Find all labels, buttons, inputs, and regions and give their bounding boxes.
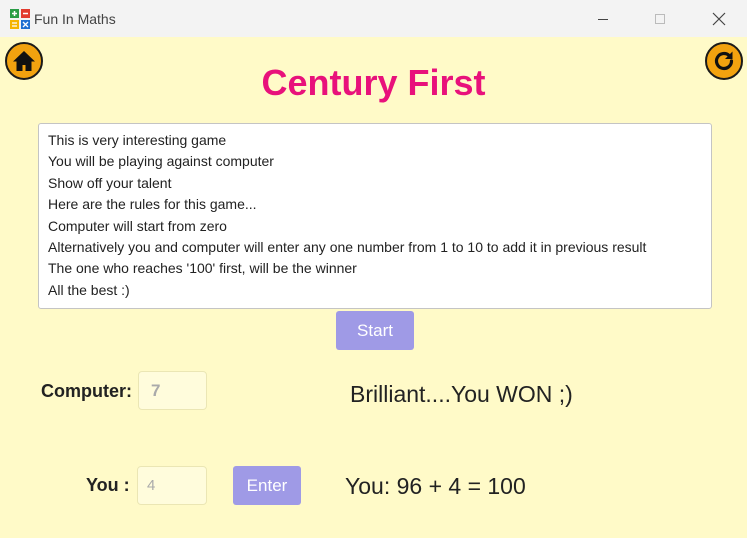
computer-number-field[interactable] [138, 371, 207, 410]
app-logo-icon [10, 9, 30, 29]
rules-line: You will be playing against computer [48, 153, 274, 170]
window-title: Fun In Maths [34, 11, 116, 27]
close-icon [712, 12, 726, 25]
maximize-icon [655, 13, 665, 24]
you-number-field[interactable] [137, 466, 207, 505]
status-message: Brilliant....You WON ;) [350, 381, 573, 407]
minimize-button[interactable] [580, 0, 626, 37]
start-button[interactable]: Start [336, 311, 414, 350]
rules-line: This is very interesting game [48, 132, 227, 148]
close-button[interactable] [696, 0, 742, 37]
rules-line: The one who reaches '100' first, will be… [48, 260, 357, 277]
result-equation: You: 96 + 4 = 100 [345, 473, 526, 499]
minimize-icon [598, 18, 608, 20]
computer-label: Computer: [41, 381, 132, 401]
page-title: Century First [261, 62, 486, 103]
app-window: Fun In Maths Century First This is very … [0, 0, 747, 538]
rules-textbox[interactable]: This is very interesting game You will b… [38, 123, 712, 309]
maximize-button[interactable] [637, 0, 683, 37]
rules-line: Show off your talent [48, 174, 172, 191]
rules-line: Computer will start from zero [48, 217, 227, 234]
enter-button[interactable]: Enter [233, 466, 301, 505]
rules-line: All the best :) [48, 281, 130, 298]
you-label: You : [86, 475, 130, 495]
title-bar: Fun In Maths [0, 0, 747, 37]
rules-line: Alternatively you and computer will ente… [48, 239, 647, 256]
rules-line: Here are the rules for this game... [48, 196, 257, 213]
